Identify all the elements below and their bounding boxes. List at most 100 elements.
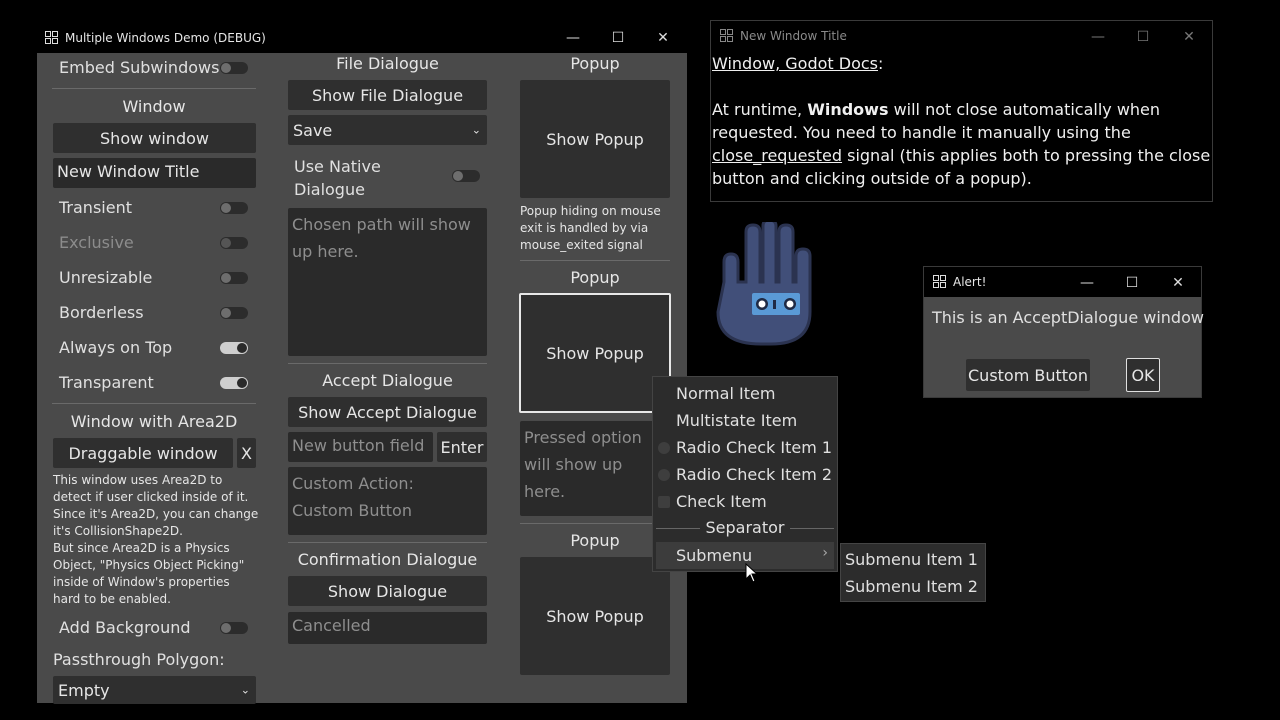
divider	[520, 523, 670, 524]
chevron-down-icon: ⌄	[240, 683, 250, 697]
popup-panel-heading: Popup	[570, 531, 620, 550]
new-button-input[interactable]: New button field	[288, 432, 433, 462]
confirmation-dialogue-heading: Confirmation Dialogue	[297, 550, 478, 569]
close-icon[interactable]: ✕	[1155, 267, 1201, 298]
alert-titlebar[interactable]: Alert! — ☐ ✕	[924, 267, 1201, 297]
alert-body: This is an AcceptDialogue window Custom …	[924, 297, 1204, 397]
close-draggable-button[interactable]: X	[237, 438, 256, 468]
divider	[520, 260, 670, 261]
minimize-icon[interactable]: —	[1064, 267, 1110, 298]
chosen-path-output: Chosen path will show up here.	[288, 208, 487, 356]
unresizable-label: Unresizable	[59, 268, 153, 287]
draggable-window-button[interactable]: Draggable window	[53, 438, 233, 468]
submenu-item-2[interactable]: Submenu Item 2	[841, 573, 985, 600]
alert-window: Alert! — ☐ ✕ This is an AcceptDialogue w…	[923, 266, 1204, 398]
godot-app-icon	[933, 275, 947, 289]
pressed-option-output: Pressed option will show up here.	[520, 421, 670, 516]
divider	[52, 88, 256, 89]
godot-app-icon	[45, 30, 59, 45]
always-on-top-label: Always on Top	[59, 338, 173, 357]
divider	[288, 542, 487, 543]
popup-heading: Popup	[570, 54, 620, 73]
new-window-title: New Window Title	[740, 29, 847, 43]
chevron-right-icon: ›	[822, 545, 828, 561]
menu-separator: Separator	[653, 515, 837, 542]
alert-title: Alert!	[953, 275, 987, 289]
minimize-icon[interactable]: —	[550, 22, 596, 53]
file-mode-value: Save	[293, 120, 333, 140]
transient-toggle[interactable]	[220, 202, 248, 214]
custom-action-output: Custom Action: Custom Button	[288, 467, 487, 535]
chevron-down-icon: ⌄	[471, 123, 481, 137]
use-native-toggle[interactable]	[452, 170, 480, 182]
new-window-content: Window, Godot Docs: At runtime, Windows …	[712, 54, 1211, 188]
mouse-cursor-icon	[745, 563, 759, 583]
divider	[288, 363, 487, 364]
submenu-popup: Submenu Item 1 Submenu Item 2	[840, 543, 986, 602]
area2d-description: This window uses Area2D to detect if use…	[53, 473, 259, 606]
show-popup-menu-button[interactable]: Show Popup	[519, 293, 671, 413]
radio-icon	[658, 442, 670, 454]
menu-item-check[interactable]: Check Item	[653, 488, 837, 515]
divider	[52, 403, 256, 404]
area2d-heading: Window with Area2D	[70, 412, 238, 431]
show-popup-button[interactable]: Show Popup	[520, 80, 670, 198]
close-icon[interactable]: ✕	[1166, 21, 1212, 52]
maximize-icon[interactable]: ☐	[1109, 267, 1155, 298]
popup-note: Popup hiding on mouse exit is handled by…	[520, 204, 661, 252]
menu-item-normal[interactable]: Normal Item	[653, 380, 837, 407]
window-heading: Window	[122, 97, 186, 116]
popup-menu: Normal Item Multistate Item Radio Check …	[652, 376, 838, 572]
close-requested-link[interactable]: close_requested	[712, 146, 842, 165]
passthrough-select[interactable]: Empty ⌄	[53, 676, 256, 704]
ok-button[interactable]: OK	[1126, 358, 1160, 392]
submenu-item-1[interactable]: Submenu Item 1	[841, 546, 985, 573]
checkbox-icon	[658, 496, 670, 508]
accept-dialogue-heading: Accept Dialogue	[322, 371, 453, 390]
enter-button[interactable]: Enter	[437, 432, 487, 462]
transparent-label: Transparent	[59, 373, 154, 392]
exclusive-label: Exclusive	[59, 233, 134, 252]
menu-item-multistate[interactable]: Multistate Item	[653, 407, 837, 434]
show-accept-dialogue-button[interactable]: Show Accept Dialogue	[288, 397, 487, 427]
menu-item-radio-2[interactable]: Radio Check Item 2	[653, 461, 837, 488]
custom-button[interactable]: Custom Button	[966, 359, 1090, 391]
borderless-toggle[interactable]	[220, 307, 248, 319]
show-dialogue-button[interactable]: Show Dialogue	[288, 576, 487, 606]
new-window-titlebar[interactable]: New Window Title — ☐ ✕	[711, 21, 1212, 51]
file-mode-select[interactable]: Save ⌄	[288, 115, 487, 145]
add-background-toggle[interactable]	[220, 622, 248, 634]
confirmation-result-output: Cancelled	[288, 612, 487, 644]
popup-menu-heading: Popup	[570, 268, 620, 287]
embed-subwindows-toggle[interactable]	[220, 62, 248, 74]
godot-app-icon	[720, 29, 734, 43]
borderless-label: Borderless	[59, 303, 144, 322]
show-window-button[interactable]: Show window	[53, 123, 256, 153]
maximize-icon[interactable]: ☐	[595, 22, 641, 53]
passthrough-value: Empty	[58, 680, 110, 700]
close-icon[interactable]: ✕	[640, 22, 686, 53]
minimize-icon[interactable]: —	[1075, 21, 1121, 52]
use-native-label: Use Native Dialogue	[294, 157, 381, 199]
menu-item-radio-1[interactable]: Radio Check Item 1	[653, 434, 837, 461]
radio-icon	[658, 469, 670, 481]
file-dialogue-heading: File Dialogue	[336, 54, 439, 73]
godot-robot-icon	[716, 222, 812, 346]
new-window: New Window Title — ☐ ✕ Window, Godot Doc…	[710, 20, 1213, 202]
show-popup-panel-button[interactable]: Show Popup	[520, 557, 670, 675]
main-titlebar[interactable]: Multiple Windows Demo (DEBUG) — ☐ ✕	[36, 22, 688, 53]
passthrough-label: Passthrough Polygon:	[53, 650, 225, 669]
alert-message: This is an AcceptDialogue window	[932, 308, 1204, 327]
main-window-title: Multiple Windows Demo (DEBUG)	[65, 30, 266, 45]
unresizable-toggle[interactable]	[220, 272, 248, 284]
always-on-top-toggle[interactable]	[220, 342, 248, 354]
exclusive-toggle[interactable]	[220, 237, 248, 249]
show-file-dialogue-button[interactable]: Show File Dialogue	[288, 80, 487, 110]
add-background-label: Add Background	[59, 618, 191, 637]
maximize-icon[interactable]: ☐	[1120, 21, 1166, 52]
transparent-toggle[interactable]	[220, 377, 248, 389]
embed-subwindows-label: Embed Subwindows	[59, 58, 220, 77]
window-title-input[interactable]: New Window Title	[53, 158, 256, 188]
godot-docs-link[interactable]: Window, Godot Docs	[712, 54, 878, 73]
transient-label: Transient	[59, 198, 132, 217]
